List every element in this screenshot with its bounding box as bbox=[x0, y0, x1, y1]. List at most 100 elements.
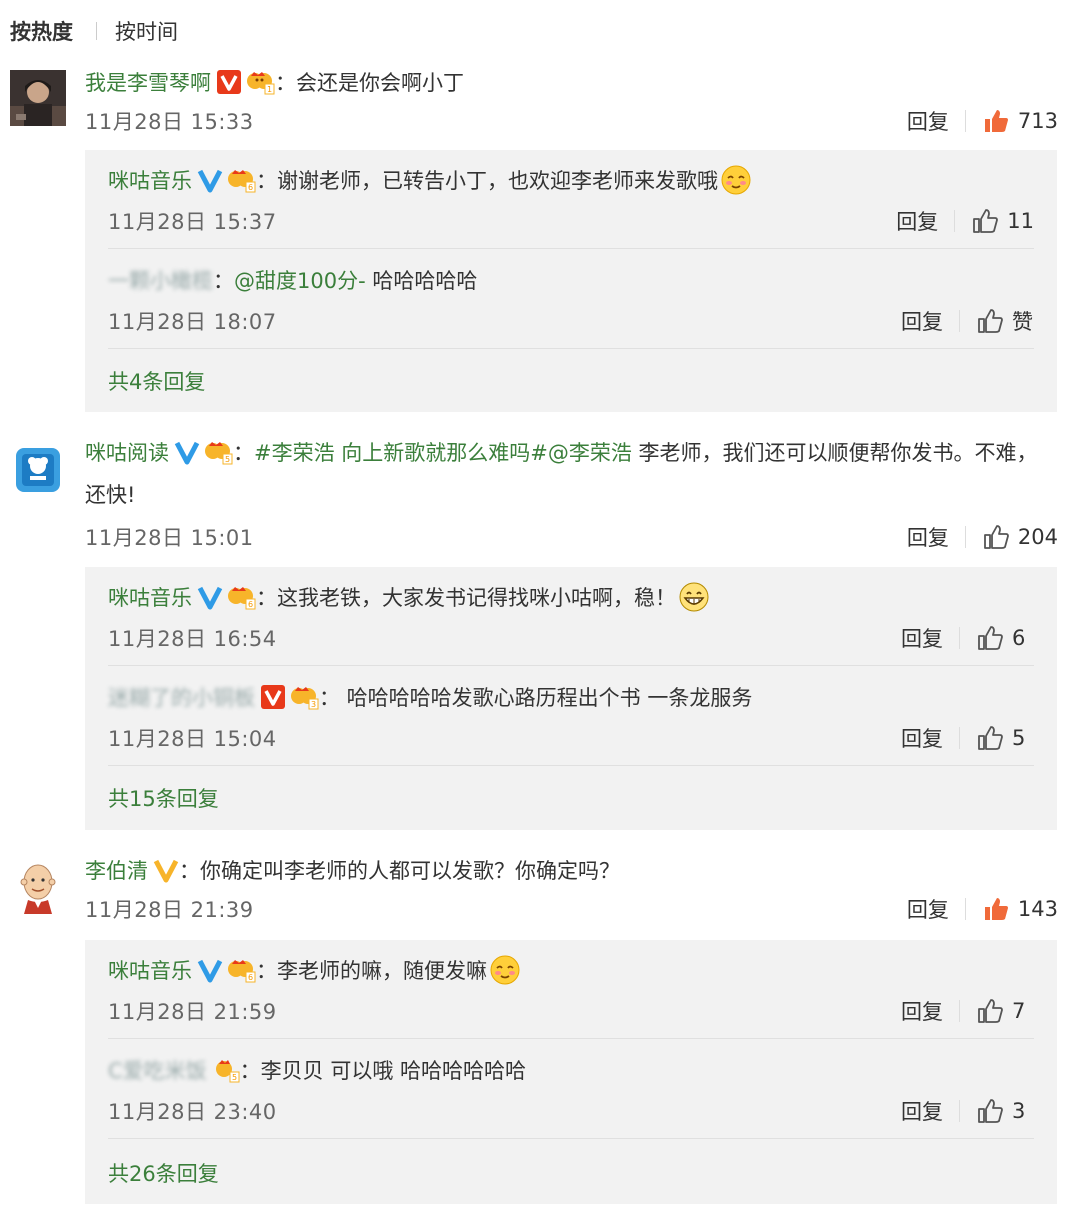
like-count: 7 bbox=[1012, 999, 1026, 1023]
reply-button[interactable]: 回复 bbox=[901, 1096, 959, 1126]
timestamp: 11月28日 21:39 bbox=[85, 898, 254, 922]
vip-crown-icon: 1 bbox=[245, 69, 275, 95]
like-count: 5 bbox=[1012, 726, 1026, 750]
like-count: 143 bbox=[1017, 897, 1058, 921]
thumbs-up-icon[interactable] bbox=[976, 624, 1004, 652]
username[interactable]: 迷糊了的小铜板 bbox=[108, 686, 255, 710]
reply-button[interactable]: 回复 bbox=[896, 206, 954, 236]
username[interactable]: 咪咕音乐 bbox=[108, 586, 192, 610]
shy-smile-emoji bbox=[720, 164, 752, 196]
like-count: 3 bbox=[1012, 1099, 1026, 1123]
comment-body: ：你确定叫李老师的人都可以发歌？你确定吗？ bbox=[179, 859, 620, 883]
username[interactable]: C爱吃米饭 bbox=[108, 1059, 207, 1083]
avatar[interactable] bbox=[10, 442, 66, 498]
svg-text:5: 5 bbox=[232, 1073, 237, 1082]
reply-meta: 11月28日 21:59 回复 7 bbox=[108, 996, 1034, 1026]
action-divider bbox=[959, 1000, 960, 1022]
reply-text: 咪咕音乐 6 ：李老师的嘛，随便发嘛 bbox=[108, 950, 1034, 992]
reply-text: 一颗小橄榄：@甜度100分- 哈哈哈哈哈 bbox=[108, 260, 1034, 302]
thumbs-up-icon[interactable] bbox=[976, 724, 1004, 752]
reply-body: ：李老师的嘛，随便发嘛 bbox=[256, 959, 487, 983]
reply-divider bbox=[108, 248, 1034, 249]
vip-crown-icon: 5 bbox=[210, 1057, 240, 1083]
like-count: 赞 bbox=[1012, 310, 1033, 334]
timestamp: 11月28日 15:33 bbox=[85, 110, 254, 134]
action-divider bbox=[964, 898, 966, 920]
comment-text: 李伯清 ：你确定叫李老师的人都可以发歌？你确定吗？ bbox=[85, 850, 1058, 892]
vip-crown-icon: 6 bbox=[226, 584, 256, 610]
reply-colon: ： bbox=[213, 269, 234, 293]
thumbs-up-icon[interactable] bbox=[976, 1097, 1004, 1125]
reply-button[interactable]: 回复 bbox=[907, 106, 965, 136]
sort-time-tab[interactable]: 按时间 bbox=[115, 16, 178, 46]
thumbs-up-icon[interactable] bbox=[976, 997, 1004, 1025]
avatar[interactable] bbox=[10, 858, 66, 914]
sort-bar: 按热度 按时间 bbox=[0, 0, 1080, 60]
like-count: 713 bbox=[1017, 109, 1058, 133]
more-replies-link[interactable]: 共4条回复 bbox=[108, 366, 205, 396]
reply-button[interactable]: 回复 bbox=[901, 723, 959, 753]
reply-body: 哈哈哈哈哈 bbox=[365, 269, 478, 293]
sort-divider bbox=[96, 22, 97, 40]
like-count: 11 bbox=[1007, 209, 1034, 233]
red-v-icon bbox=[216, 69, 242, 95]
comment-meta: 11月28日 15:33 回复 713 bbox=[85, 106, 1058, 136]
svg-text:3: 3 bbox=[311, 700, 316, 709]
reply-meta: 11月28日 23:40 回复 3 bbox=[108, 1096, 1034, 1126]
reply-meta: 11月28日 15:37 回复 11 bbox=[108, 206, 1034, 236]
svg-text:6: 6 bbox=[248, 183, 253, 192]
blue-v-icon bbox=[197, 584, 223, 610]
action-divider bbox=[959, 627, 960, 649]
reply-button[interactable]: 回复 bbox=[901, 306, 959, 336]
timestamp: 11月28日 21:59 bbox=[108, 1000, 277, 1024]
vip-crown-icon: 6 bbox=[226, 167, 256, 193]
action-divider bbox=[959, 310, 960, 332]
vip-crown-icon: 5 bbox=[203, 439, 233, 465]
username[interactable]: 咪咕阅读 bbox=[85, 441, 169, 465]
thumbs-up-icon[interactable] bbox=[982, 107, 1010, 135]
vip-crown-icon: 3 bbox=[289, 684, 319, 710]
reply-text: 咪咕音乐 6 ：谢谢老师，已转告小丁，也欢迎李老师来发歌哦 bbox=[108, 160, 1034, 202]
svg-text:6: 6 bbox=[248, 973, 253, 982]
timestamp: 11月28日 16:54 bbox=[108, 627, 277, 651]
reply-text: 迷糊了的小铜板 3： 哈哈哈哈哈发歌心路历程出个书 一条龙服务 bbox=[108, 677, 1034, 719]
svg-text:6: 6 bbox=[248, 600, 253, 609]
thumbs-up-icon[interactable] bbox=[976, 307, 1004, 335]
reply-thread: 咪咕音乐 6 ：李老师的嘛，随便发嘛 11月28日 21:59 回复 7 C爱吃米饭… bbox=[85, 940, 1057, 1204]
username[interactable]: 咪咕音乐 bbox=[108, 959, 192, 983]
username[interactable]: 一颗小橄榄 bbox=[108, 269, 213, 293]
timestamp: 11月28日 15:04 bbox=[108, 727, 277, 751]
reply-thread: 咪咕音乐 6 ：这我老铁，大家发书记得找咪小咕啊，稳！ 11月28日 16:54 回… bbox=[85, 567, 1057, 830]
username[interactable]: 李伯清 bbox=[85, 859, 148, 883]
reply-meta: 11月28日 16:54 回复 6 bbox=[108, 623, 1034, 653]
reply-button[interactable]: 回复 bbox=[907, 894, 965, 924]
comment-text: 咪咕阅读 5 ：#李荣浩 向上新歌就那么难吗#@李荣浩 李老师，我们还可以顺便帮你发… bbox=[85, 439, 1038, 507]
blue-v-icon bbox=[197, 167, 223, 193]
timestamp: 11月28日 18:07 bbox=[108, 310, 277, 334]
comment-meta: 11月28日 15:01 回复 204 bbox=[85, 522, 1058, 552]
sort-hot-tab[interactable]: 按热度 bbox=[10, 16, 73, 46]
thumbs-up-icon[interactable] bbox=[982, 523, 1010, 551]
thumbs-up-icon[interactable] bbox=[971, 207, 999, 235]
reply-button[interactable]: 回复 bbox=[907, 522, 965, 552]
reply-button[interactable]: 回复 bbox=[901, 623, 959, 653]
reply-button[interactable]: 回复 bbox=[901, 996, 959, 1026]
more-replies-link[interactable]: 共15条回复 bbox=[108, 783, 219, 813]
reply-text: 咪咕音乐 6 ：这我老铁，大家发书记得找咪小咕啊，稳！ bbox=[108, 577, 1034, 619]
action-divider bbox=[954, 210, 956, 232]
avatar[interactable] bbox=[10, 70, 66, 126]
reply-divider bbox=[108, 765, 1034, 766]
thumbs-up-icon[interactable] bbox=[982, 895, 1010, 923]
username[interactable]: 咪咕音乐 bbox=[108, 169, 192, 193]
reply-divider bbox=[108, 1038, 1034, 1039]
more-replies-link[interactable]: 共26条回复 bbox=[108, 1158, 219, 1188]
mention-link[interactable]: @甜度100分- bbox=[234, 269, 366, 293]
grin-emoji bbox=[678, 581, 710, 613]
reply-body: ：李贝贝 可以哦 哈哈哈哈哈哈 bbox=[239, 1059, 527, 1083]
reply-divider bbox=[108, 665, 1034, 666]
action-divider bbox=[959, 1100, 960, 1122]
username[interactable]: 我是李雪琴啊 bbox=[85, 71, 211, 95]
like-count: 204 bbox=[1017, 525, 1058, 549]
reply-text: C爱吃米饭 5 ：李贝贝 可以哦 哈哈哈哈哈哈 bbox=[108, 1050, 1034, 1092]
topic-link[interactable]: #李荣浩 向上新歌就那么难吗#@李荣浩 bbox=[254, 441, 632, 465]
